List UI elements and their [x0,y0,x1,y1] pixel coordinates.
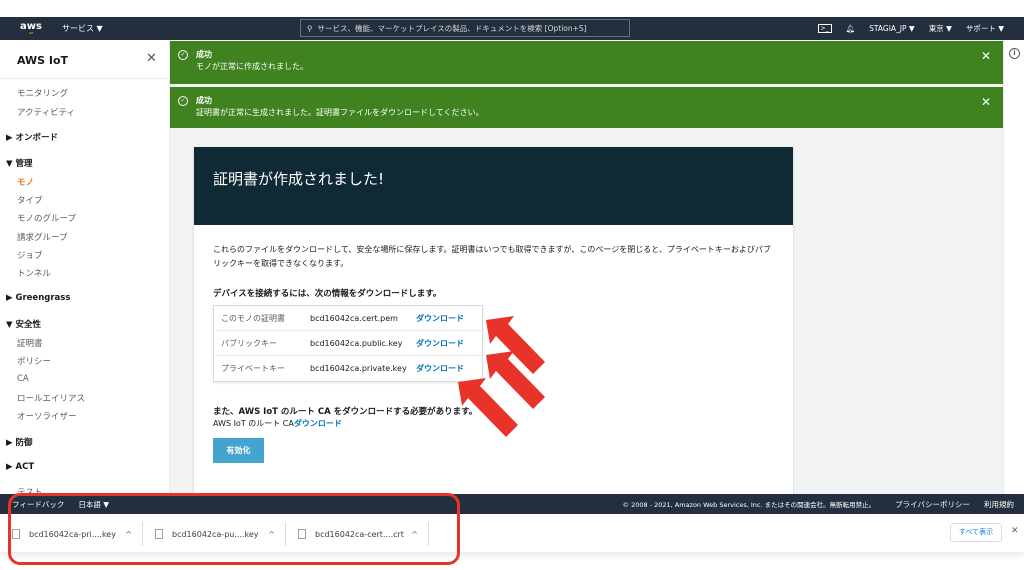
annotation-arrows [458,316,545,437]
annotation-arrow-icon [458,378,518,437]
